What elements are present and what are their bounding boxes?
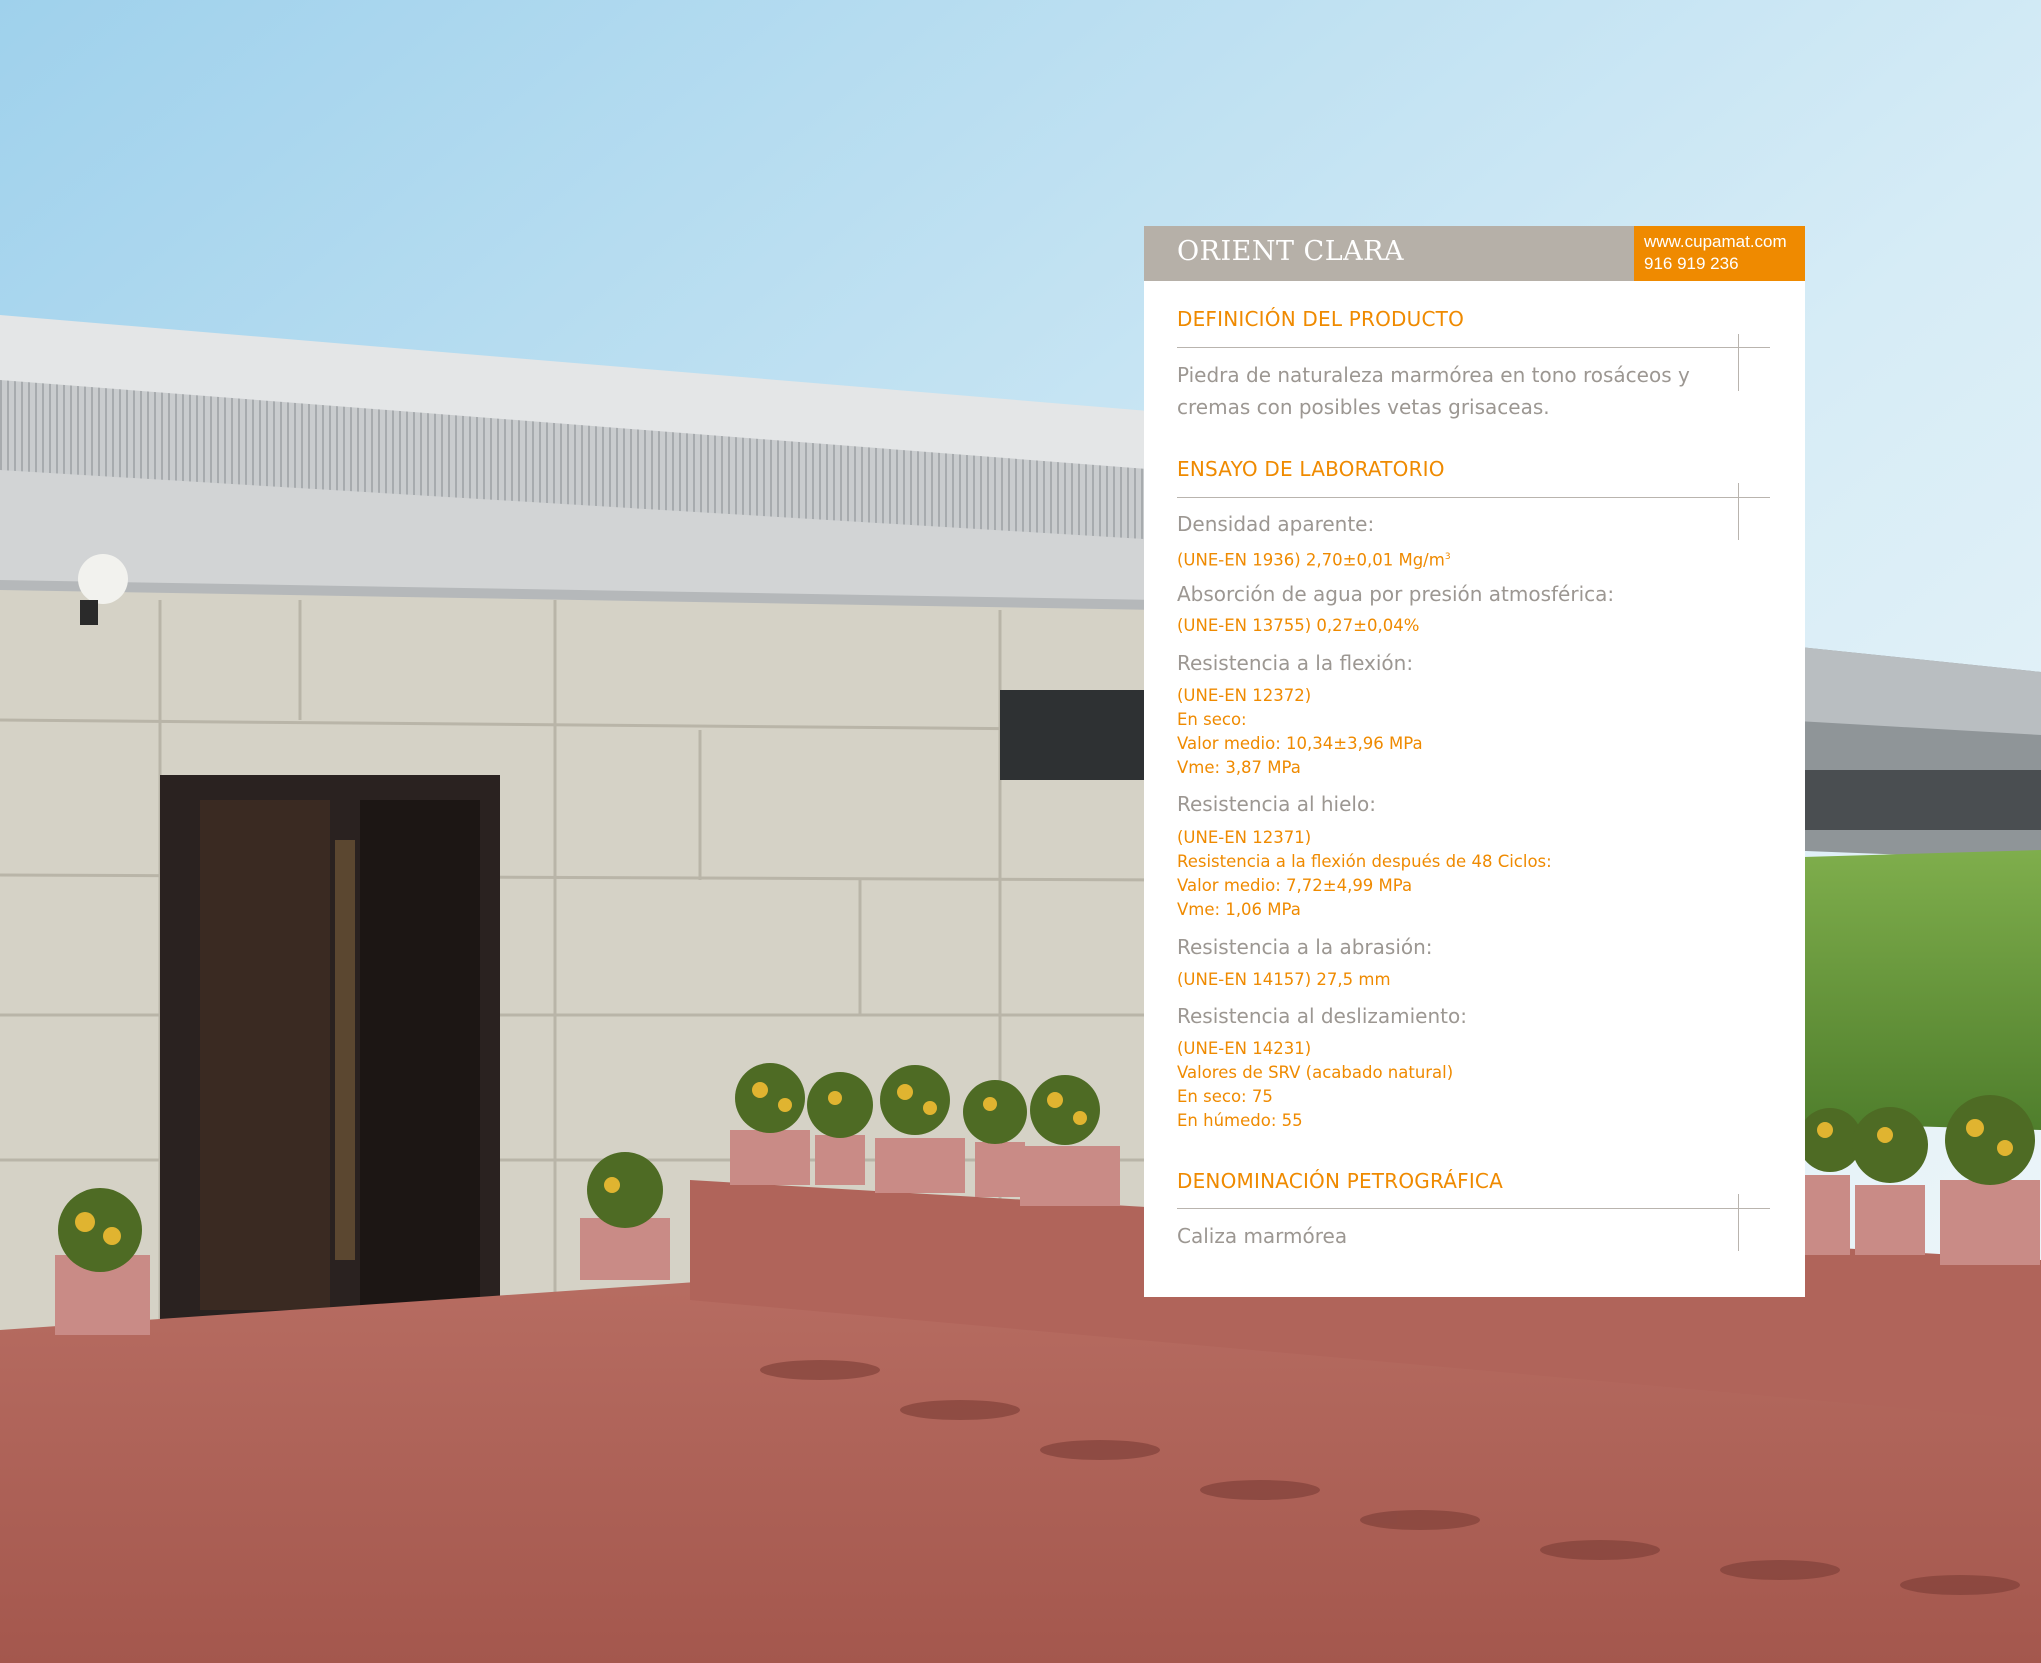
section-divider-tick	[1738, 334, 1739, 391]
flexion-line: (UNE-EN 12372)	[1177, 686, 1312, 705]
definicion-line-1: Piedra de naturaleza marmórea en tono ro…	[1177, 363, 1690, 387]
flexion-line: Vme: 3,87 MPa	[1177, 758, 1301, 777]
hielo-line: (UNE-EN 12371)	[1177, 828, 1312, 847]
section-divider	[1177, 1208, 1770, 1209]
deslizamiento-line: (UNE-EN 14231)	[1177, 1039, 1312, 1058]
abrasion-value: (UNE-EN 14157) 27,5 mm	[1177, 970, 1391, 989]
phone-number: 916 919 236	[1644, 254, 1739, 273]
flexion-line: Valor medio: 10,34±3,96 MPa	[1177, 734, 1423, 753]
section-title-petrografica: DENOMINACIÓN PETROGRÁFICA	[1177, 1169, 1503, 1193]
densidad-label: Densidad aparente:	[1177, 512, 1375, 536]
product-name: ORIENT CLARA	[1177, 236, 1404, 267]
petrografica-value: Caliza marmórea	[1177, 1224, 1348, 1248]
website-link[interactable]: www.cupamat.com	[1644, 232, 1787, 252]
hielo-line: Resistencia a la flexión después de 48 C…	[1177, 852, 1552, 871]
definicion-line-2: cremas con posibles vetas grisaceas.	[1177, 395, 1550, 419]
spec-panel: DEFINICIÓN DEL PRODUCTO Piedra de natura…	[1144, 281, 1805, 1297]
abrasion-label: Resistencia a la abrasión:	[1177, 935, 1433, 959]
deslizamiento-label: Resistencia al deslizamiento:	[1177, 1004, 1467, 1028]
flexion-line: En seco:	[1177, 710, 1247, 729]
deslizamiento-line: En seco: 75	[1177, 1087, 1273, 1106]
deslizamiento-line: En húmedo: 55	[1177, 1111, 1303, 1130]
section-divider-tick	[1738, 1194, 1739, 1251]
contact-box: www.cupamat.com 916 919 236	[1634, 226, 1805, 281]
densidad-value: (UNE-EN 1936) 2,70±0,01 Mg/m3	[1177, 550, 1451, 570]
hielo-label: Resistencia al hielo:	[1177, 792, 1376, 816]
hielo-line: Vme: 1,06 MPa	[1177, 900, 1301, 919]
section-divider	[1177, 497, 1770, 498]
absorcion-label: Absorción de agua por presión atmosféric…	[1177, 582, 1615, 606]
flexion-label: Resistencia a la flexión:	[1177, 651, 1414, 675]
section-title-ensayo: ENSAYO DE LABORATORIO	[1177, 457, 1445, 481]
absorcion-value: (UNE-EN 13755) 0,27±0,04%	[1177, 616, 1420, 635]
section-divider-tick	[1738, 483, 1739, 540]
hielo-line: Valor medio: 7,72±4,99 MPa	[1177, 876, 1413, 895]
deslizamiento-line: Valores de SRV (acabado natural)	[1177, 1063, 1454, 1082]
section-title-definicion: DEFINICIÓN DEL PRODUCTO	[1177, 307, 1465, 331]
section-divider	[1177, 347, 1770, 348]
